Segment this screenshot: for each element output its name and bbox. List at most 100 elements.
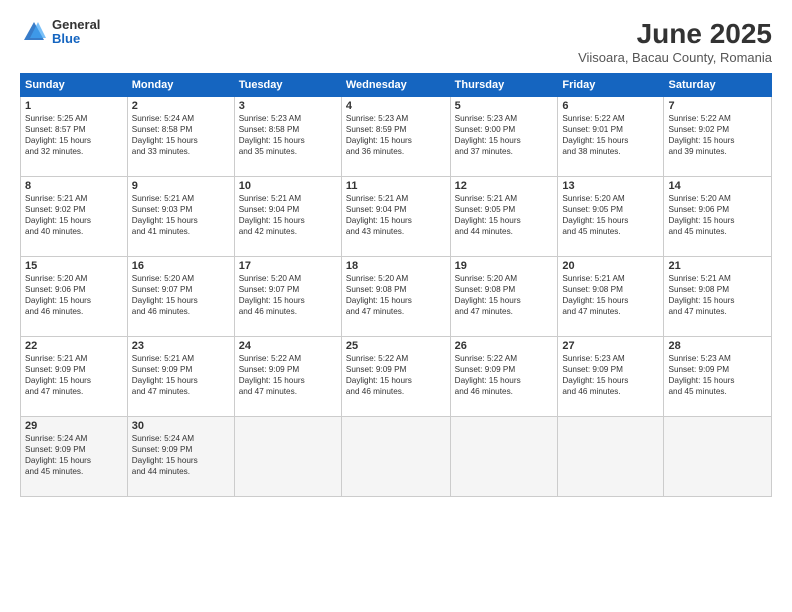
calendar-week-row: 1Sunrise: 5:25 AM Sunset: 8:57 PM Daylig… (21, 97, 772, 177)
calendar-day-cell (450, 417, 558, 497)
day-number: 20 (562, 260, 659, 272)
day-info: Sunrise: 5:20 AM Sunset: 9:06 PM Dayligh… (25, 273, 123, 317)
day-number: 9 (132, 180, 230, 192)
day-info: Sunrise: 5:21 AM Sunset: 9:09 PM Dayligh… (25, 353, 123, 397)
day-info: Sunrise: 5:23 AM Sunset: 8:59 PM Dayligh… (346, 113, 446, 157)
day-number: 5 (455, 100, 554, 112)
day-number: 1 (25, 100, 123, 112)
weekday-header: Sunday (21, 74, 128, 97)
day-number: 8 (25, 180, 123, 192)
page: General Blue June 2025 Viisoara, Bacau C… (0, 0, 792, 612)
calendar-day-cell: 9Sunrise: 5:21 AM Sunset: 9:03 PM Daylig… (127, 177, 234, 257)
calendar-table: SundayMondayTuesdayWednesdayThursdayFrid… (20, 73, 772, 497)
calendar-day-cell: 24Sunrise: 5:22 AM Sunset: 9:09 PM Dayli… (234, 337, 341, 417)
day-info: Sunrise: 5:22 AM Sunset: 9:02 PM Dayligh… (668, 113, 767, 157)
weekday-header: Wednesday (341, 74, 450, 97)
calendar-day-cell: 14Sunrise: 5:20 AM Sunset: 9:06 PM Dayli… (664, 177, 772, 257)
calendar-week-row: 29Sunrise: 5:24 AM Sunset: 9:09 PM Dayli… (21, 417, 772, 497)
day-number: 19 (455, 260, 554, 272)
day-number: 16 (132, 260, 230, 272)
calendar-day-cell (341, 417, 450, 497)
day-info: Sunrise: 5:23 AM Sunset: 9:00 PM Dayligh… (455, 113, 554, 157)
logo: General Blue (20, 18, 100, 47)
day-info: Sunrise: 5:23 AM Sunset: 9:09 PM Dayligh… (668, 353, 767, 397)
title-block: June 2025 Viisoara, Bacau County, Romani… (578, 18, 772, 65)
day-info: Sunrise: 5:24 AM Sunset: 9:09 PM Dayligh… (25, 433, 123, 477)
calendar-day-cell: 8Sunrise: 5:21 AM Sunset: 9:02 PM Daylig… (21, 177, 128, 257)
day-info: Sunrise: 5:21 AM Sunset: 9:08 PM Dayligh… (668, 273, 767, 317)
calendar-day-cell: 30Sunrise: 5:24 AM Sunset: 9:09 PM Dayli… (127, 417, 234, 497)
day-info: Sunrise: 5:20 AM Sunset: 9:07 PM Dayligh… (239, 273, 337, 317)
calendar-day-cell: 10Sunrise: 5:21 AM Sunset: 9:04 PM Dayli… (234, 177, 341, 257)
day-info: Sunrise: 5:21 AM Sunset: 9:04 PM Dayligh… (346, 193, 446, 237)
day-info: Sunrise: 5:21 AM Sunset: 9:08 PM Dayligh… (562, 273, 659, 317)
location-subtitle: Viisoara, Bacau County, Romania (578, 50, 772, 65)
calendar-header-row: SundayMondayTuesdayWednesdayThursdayFrid… (21, 74, 772, 97)
day-info: Sunrise: 5:22 AM Sunset: 9:09 PM Dayligh… (346, 353, 446, 397)
calendar-day-cell: 13Sunrise: 5:20 AM Sunset: 9:05 PM Dayli… (558, 177, 664, 257)
calendar-day-cell: 29Sunrise: 5:24 AM Sunset: 9:09 PM Dayli… (21, 417, 128, 497)
day-info: Sunrise: 5:21 AM Sunset: 9:09 PM Dayligh… (132, 353, 230, 397)
calendar-day-cell: 5Sunrise: 5:23 AM Sunset: 9:00 PM Daylig… (450, 97, 558, 177)
calendar-day-cell: 11Sunrise: 5:21 AM Sunset: 9:04 PM Dayli… (341, 177, 450, 257)
day-info: Sunrise: 5:22 AM Sunset: 9:09 PM Dayligh… (455, 353, 554, 397)
day-info: Sunrise: 5:20 AM Sunset: 9:08 PM Dayligh… (346, 273, 446, 317)
day-number: 26 (455, 340, 554, 352)
day-number: 23 (132, 340, 230, 352)
calendar-day-cell: 18Sunrise: 5:20 AM Sunset: 9:08 PM Dayli… (341, 257, 450, 337)
day-info: Sunrise: 5:21 AM Sunset: 9:03 PM Dayligh… (132, 193, 230, 237)
calendar-week-row: 8Sunrise: 5:21 AM Sunset: 9:02 PM Daylig… (21, 177, 772, 257)
day-number: 14 (668, 180, 767, 192)
day-number: 13 (562, 180, 659, 192)
calendar-day-cell: 7Sunrise: 5:22 AM Sunset: 9:02 PM Daylig… (664, 97, 772, 177)
day-info: Sunrise: 5:20 AM Sunset: 9:06 PM Dayligh… (668, 193, 767, 237)
weekday-header: Thursday (450, 74, 558, 97)
day-info: Sunrise: 5:21 AM Sunset: 9:05 PM Dayligh… (455, 193, 554, 237)
calendar-day-cell: 4Sunrise: 5:23 AM Sunset: 8:59 PM Daylig… (341, 97, 450, 177)
calendar-week-row: 15Sunrise: 5:20 AM Sunset: 9:06 PM Dayli… (21, 257, 772, 337)
day-number: 29 (25, 420, 123, 432)
day-number: 21 (668, 260, 767, 272)
calendar-day-cell: 27Sunrise: 5:23 AM Sunset: 9:09 PM Dayli… (558, 337, 664, 417)
calendar-day-cell: 23Sunrise: 5:21 AM Sunset: 9:09 PM Dayli… (127, 337, 234, 417)
day-info: Sunrise: 5:20 AM Sunset: 9:07 PM Dayligh… (132, 273, 230, 317)
calendar-day-cell (664, 417, 772, 497)
day-number: 24 (239, 340, 337, 352)
logo-blue: Blue (52, 32, 100, 46)
day-number: 7 (668, 100, 767, 112)
logo-icon (20, 18, 48, 46)
day-info: Sunrise: 5:20 AM Sunset: 9:05 PM Dayligh… (562, 193, 659, 237)
weekday-header: Monday (127, 74, 234, 97)
calendar-day-cell: 25Sunrise: 5:22 AM Sunset: 9:09 PM Dayli… (341, 337, 450, 417)
day-number: 17 (239, 260, 337, 272)
calendar-day-cell: 2Sunrise: 5:24 AM Sunset: 8:58 PM Daylig… (127, 97, 234, 177)
day-number: 18 (346, 260, 446, 272)
calendar-day-cell: 28Sunrise: 5:23 AM Sunset: 9:09 PM Dayli… (664, 337, 772, 417)
calendar-day-cell: 17Sunrise: 5:20 AM Sunset: 9:07 PM Dayli… (234, 257, 341, 337)
calendar-day-cell: 6Sunrise: 5:22 AM Sunset: 9:01 PM Daylig… (558, 97, 664, 177)
day-info: Sunrise: 5:23 AM Sunset: 9:09 PM Dayligh… (562, 353, 659, 397)
calendar-day-cell (558, 417, 664, 497)
day-number: 10 (239, 180, 337, 192)
day-info: Sunrise: 5:21 AM Sunset: 9:04 PM Dayligh… (239, 193, 337, 237)
header: General Blue June 2025 Viisoara, Bacau C… (20, 18, 772, 65)
day-number: 25 (346, 340, 446, 352)
calendar-day-cell: 16Sunrise: 5:20 AM Sunset: 9:07 PM Dayli… (127, 257, 234, 337)
calendar-day-cell (234, 417, 341, 497)
day-number: 28 (668, 340, 767, 352)
day-number: 15 (25, 260, 123, 272)
calendar-day-cell: 21Sunrise: 5:21 AM Sunset: 9:08 PM Dayli… (664, 257, 772, 337)
weekday-header: Saturday (664, 74, 772, 97)
day-info: Sunrise: 5:23 AM Sunset: 8:58 PM Dayligh… (239, 113, 337, 157)
month-title: June 2025 (578, 18, 772, 50)
day-info: Sunrise: 5:20 AM Sunset: 9:08 PM Dayligh… (455, 273, 554, 317)
calendar-day-cell: 1Sunrise: 5:25 AM Sunset: 8:57 PM Daylig… (21, 97, 128, 177)
day-info: Sunrise: 5:24 AM Sunset: 8:58 PM Dayligh… (132, 113, 230, 157)
day-number: 2 (132, 100, 230, 112)
day-info: Sunrise: 5:22 AM Sunset: 9:01 PM Dayligh… (562, 113, 659, 157)
calendar-day-cell: 26Sunrise: 5:22 AM Sunset: 9:09 PM Dayli… (450, 337, 558, 417)
calendar-day-cell: 19Sunrise: 5:20 AM Sunset: 9:08 PM Dayli… (450, 257, 558, 337)
day-number: 30 (132, 420, 230, 432)
day-number: 11 (346, 180, 446, 192)
calendar-day-cell: 3Sunrise: 5:23 AM Sunset: 8:58 PM Daylig… (234, 97, 341, 177)
